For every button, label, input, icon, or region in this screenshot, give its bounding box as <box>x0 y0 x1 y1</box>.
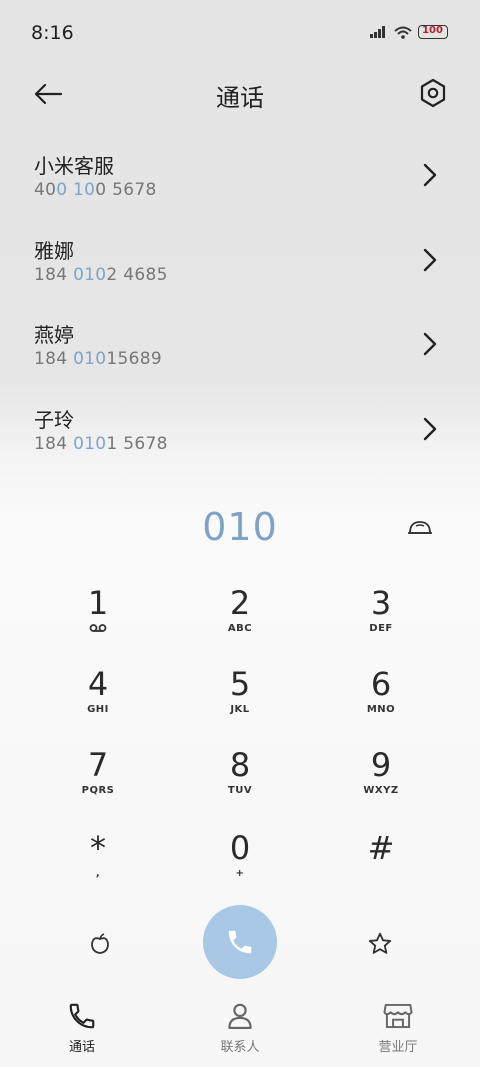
page-title: 通话 <box>216 84 264 112</box>
key-letters: DEF <box>369 623 393 634</box>
settings-icon <box>420 78 446 108</box>
header: 通话 <box>0 66 480 122</box>
key-3[interactable]: 3 DEF <box>321 583 441 653</box>
key-digit: # <box>367 829 395 867</box>
contact-number: 184 01015689 <box>34 349 163 369</box>
key-digit: 2 <box>229 584 251 622</box>
key-digit: 4 <box>87 665 109 703</box>
key-digit: 5 <box>229 665 251 703</box>
key-1[interactable]: 1 <box>38 583 158 653</box>
chevron-right-icon[interactable] <box>420 247 440 273</box>
hide-keypad-button[interactable] <box>406 517 434 539</box>
key-2[interactable]: 2 ABC <box>180 583 300 653</box>
phone-icon <box>228 930 252 954</box>
phone-icon <box>22 1000 142 1032</box>
store-icon <box>338 1000 458 1032</box>
key-letters: ABC <box>227 623 253 634</box>
key-0[interactable]: 0 + <box>180 828 300 898</box>
collapse-dialpad-button[interactable] <box>86 930 114 958</box>
contact-name: 雅娜 <box>34 238 74 263</box>
key-letters: TUV <box>227 785 253 796</box>
key-digit: 0 <box>229 829 251 867</box>
key-hash[interactable]: # <box>321 828 441 898</box>
apple-icon <box>91 933 109 954</box>
key-digit: * <box>90 829 106 867</box>
battery-icon: 100 <box>418 25 448 39</box>
key-5[interactable]: 5 JKL <box>180 664 300 734</box>
nav-item-contacts[interactable]: 联系人 <box>180 1000 300 1055</box>
key-letters: PQRS <box>81 785 115 796</box>
contact-suggestion-list: 小米客服 400 100 5678 雅娜 184 0102 4685 燕婷 18… <box>0 140 480 478</box>
key-digit: 7 <box>87 746 109 784</box>
battery-level: 100 <box>422 25 443 36</box>
nav-item-store[interactable]: 营业厅 <box>338 1000 458 1055</box>
dialer-actions <box>0 905 480 980</box>
person-icon <box>180 1000 300 1032</box>
contact-row[interactable]: 燕婷 184 01015689 <box>0 309 480 394</box>
nav-label: 联系人 <box>220 1040 260 1055</box>
signal-icon <box>370 26 388 38</box>
contact-number: 184 0101 5678 <box>34 433 168 454</box>
key-7[interactable]: 7 PQRS <box>38 745 158 815</box>
number-match-highlight: 010 <box>73 349 107 369</box>
contact-number: 400 100 5678 <box>34 180 157 200</box>
key-star[interactable]: * , <box>38 828 158 898</box>
key-digit: 9 <box>370 746 392 784</box>
key-4[interactable]: 4 GHI <box>38 664 158 734</box>
key-letters: WXYZ <box>363 785 399 796</box>
contact-name: 小米客服 <box>34 154 114 178</box>
key-digit: 1 <box>87 584 109 622</box>
key-digit: 3 <box>370 584 392 622</box>
chevron-right-icon[interactable] <box>420 162 440 188</box>
nav-item-calls[interactable]: 通话 <box>22 1000 142 1055</box>
number-match-highlight: 010 <box>73 264 107 285</box>
contact-row[interactable]: 雅娜 184 0102 4685 <box>0 225 480 310</box>
contact-name: 燕婷 <box>34 323 74 347</box>
status-icons: 100 <box>370 25 448 39</box>
contact-number: 184 0102 4685 <box>34 264 168 285</box>
key-letters: GHI <box>87 704 109 715</box>
key-6[interactable]: 6 MNO <box>321 664 441 734</box>
number-match-highlight: 0 10 <box>56 180 96 200</box>
status-bar: 8:16 100 <box>0 0 480 66</box>
bottom-navigation: 通话 联系人 营业厅 <box>0 988 480 1067</box>
key-8[interactable]: 8 TUV <box>180 745 300 815</box>
key-digit: 8 <box>229 746 251 784</box>
contact-name: 子玲 <box>34 407 74 432</box>
nav-label: 通话 <box>68 1040 95 1055</box>
status-time: 8:16 <box>31 22 74 44</box>
contact-row[interactable]: 子玲 184 0101 5678 <box>0 394 480 479</box>
contact-row[interactable]: 小米客服 400 100 5678 <box>0 140 480 225</box>
key-letters: JKL <box>230 704 250 715</box>
number-match-highlight: 010 <box>73 433 107 454</box>
chevron-right-icon[interactable] <box>420 416 440 442</box>
call-button[interactable] <box>203 905 277 979</box>
chevron-right-icon[interactable] <box>420 331 440 357</box>
key-9[interactable]: 9 WXYZ <box>321 745 441 815</box>
voicemail-icon <box>38 623 158 637</box>
nav-label: 营业厅 <box>378 1040 418 1055</box>
star-icon <box>368 932 392 954</box>
wifi-icon <box>394 26 412 39</box>
key-letters: , <box>95 868 101 879</box>
key-letters: MNO <box>366 704 396 715</box>
key-digit: 6 <box>370 665 392 703</box>
favorites-button[interactable] <box>366 930 394 958</box>
settings-button[interactable] <box>416 76 450 110</box>
key-letters: + <box>235 868 245 879</box>
keypad-collapse-icon <box>408 521 432 534</box>
